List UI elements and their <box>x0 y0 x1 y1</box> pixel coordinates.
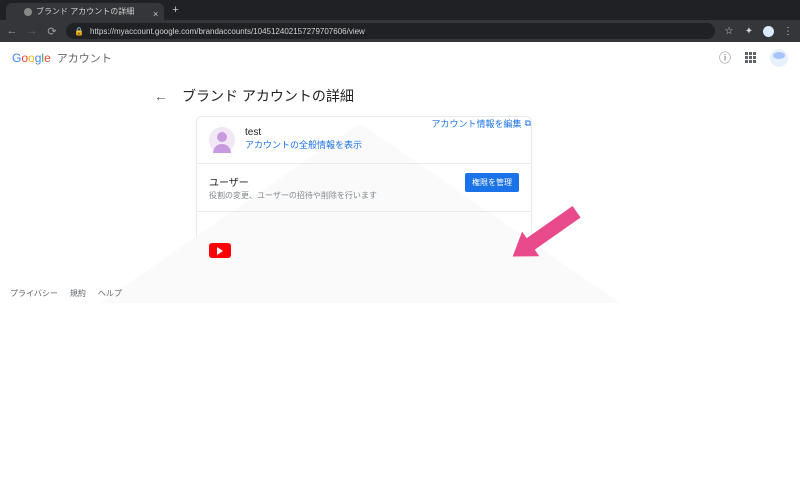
account-avatar[interactable] <box>770 49 788 67</box>
address-bar[interactable]: 🔒 https://myaccount.google.com/brandacco… <box>66 23 715 39</box>
browser-profile-avatar[interactable] <box>763 26 774 37</box>
account-avatar-icon <box>209 127 235 153</box>
new-tab-button[interactable]: + <box>164 3 186 20</box>
tab-title: ブランド アカウントの詳細 <box>36 3 134 20</box>
browser-tab[interactable]: ブランド アカウントの詳細 × <box>6 3 164 20</box>
lock-icon: 🔒 <box>74 27 84 36</box>
browser-toolbar: ← → ⟳ 🔒 https://myaccount.google.com/bra… <box>0 20 800 42</box>
app-header: Google アカウント ⓘ <box>0 42 800 74</box>
footer-terms-link[interactable]: 規約 <box>70 288 86 299</box>
account-header-section: test アカウントの全般情報を表示 アカウント情報を編集 ⧉ <box>197 117 531 164</box>
browser-tab-bar: ブランド アカウントの詳細 × + <box>0 0 800 20</box>
account-overview-link[interactable]: アカウントの全般情報を表示 <box>245 138 362 151</box>
back-arrow-icon[interactable]: ← <box>154 88 168 104</box>
brand-suffix: アカウント <box>57 50 112 66</box>
footer-links: プライバシー 規約 ヘルプ <box>10 288 122 299</box>
browser-chrome: ブランド アカウントの詳細 × + ← → ⟳ 🔒 https://myacco… <box>0 0 800 42</box>
page-content: ← ブランド アカウントの詳細 test アカウントの全般情報を表示 アカウント… <box>0 74 800 303</box>
reload-icon[interactable]: ⟳ <box>46 25 58 38</box>
kebab-icon[interactable]: ⋮ <box>782 26 794 37</box>
extensions-icon[interactable]: ✦ <box>743 26 755 37</box>
open-in-new-icon: ⧉ <box>525 118 531 129</box>
google-logo: Google <box>12 51 51 65</box>
star-icon[interactable]: ☆ <box>723 26 735 37</box>
help-icon[interactable]: ⓘ <box>719 49 731 66</box>
account-name: test <box>245 127 362 138</box>
manage-permissions-button[interactable]: 権限を管理 <box>465 173 519 192</box>
edit-account-link-label: アカウント情報を編集 <box>432 117 522 130</box>
close-icon[interactable]: × <box>153 6 158 23</box>
footer-help-link[interactable]: ヘルプ <box>98 288 122 299</box>
back-icon[interactable]: ← <box>6 25 18 37</box>
users-section: ユーザー 役割の変更、ユーザーの招待や削除を行います 権限を管理 <box>197 164 531 212</box>
url-text: https://myaccount.google.com/brandaccoun… <box>90 27 365 36</box>
youtube-icon[interactable] <box>209 243 231 258</box>
brand-logo[interactable]: Google アカウント <box>12 50 112 66</box>
footer-privacy-link[interactable]: プライバシー <box>10 288 58 299</box>
apps-grid-icon[interactable] <box>745 52 756 63</box>
page-title: ブランド アカウントの詳細 <box>182 86 354 106</box>
forward-icon: → <box>26 25 38 37</box>
edit-account-link[interactable]: アカウント情報を編集 ⧉ <box>432 117 531 130</box>
tab-favicon <box>24 8 32 16</box>
